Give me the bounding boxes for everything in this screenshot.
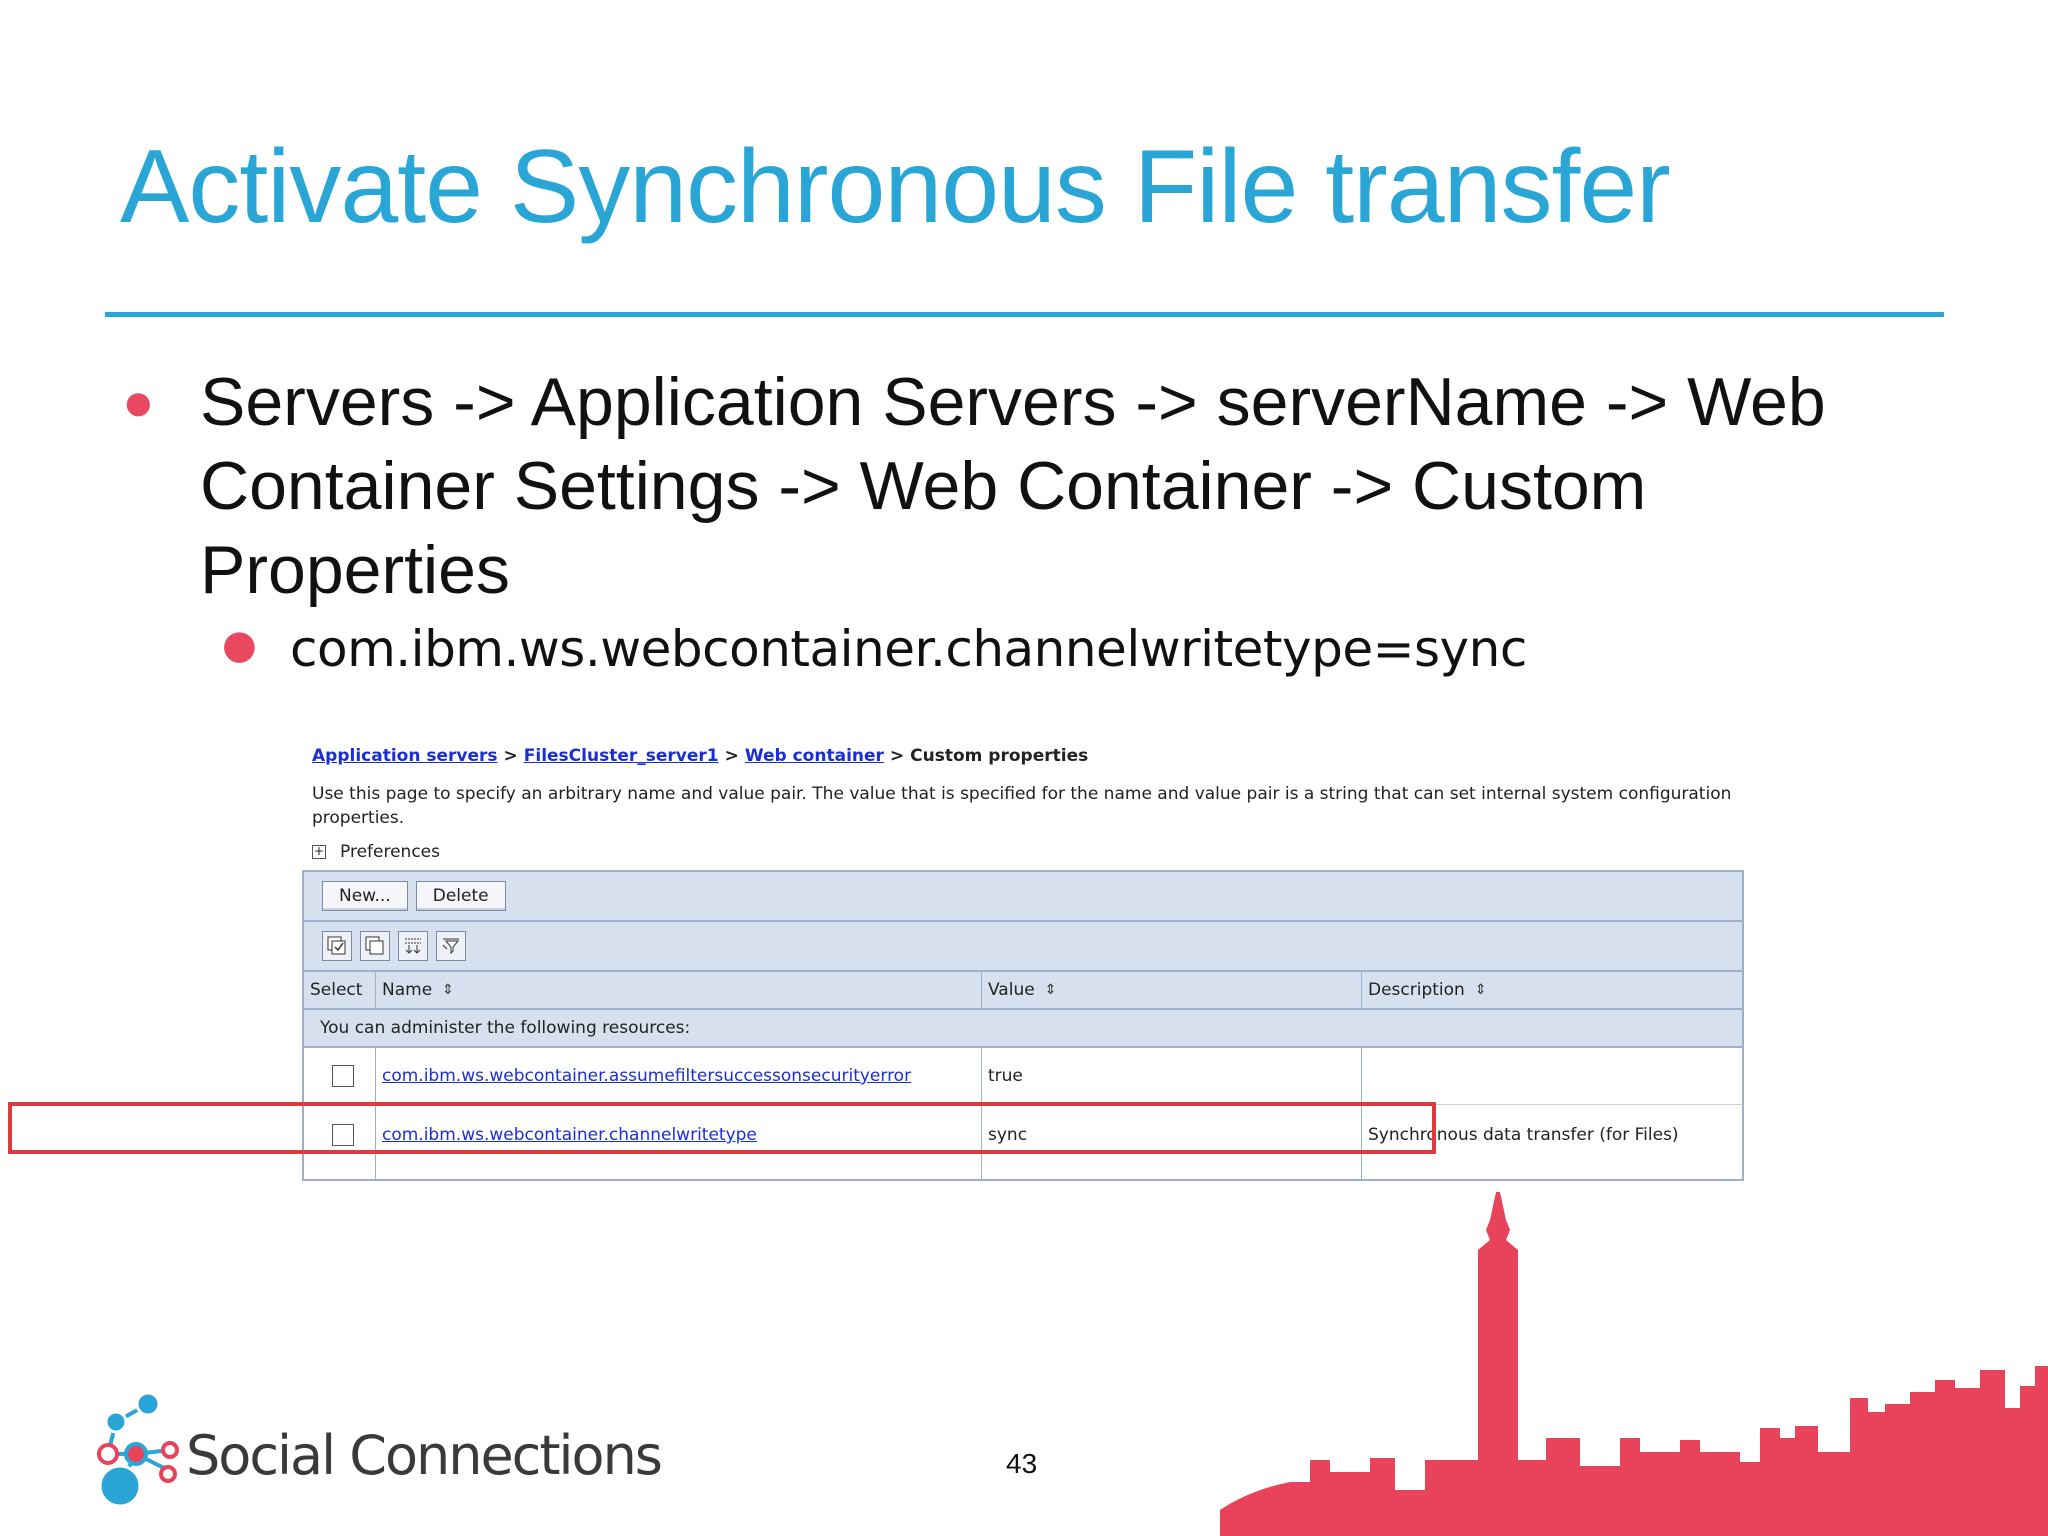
show-filter-icon[interactable] bbox=[398, 931, 428, 961]
row-checkbox[interactable] bbox=[331, 1065, 354, 1087]
select-column-header: Select bbox=[304, 972, 376, 1008]
new-button[interactable]: New... bbox=[322, 881, 408, 911]
bullet-main: ● Servers -> Application Servers -> serv… bbox=[122, 360, 1922, 612]
table-icon-bar bbox=[304, 922, 1742, 972]
bullet-sub-text: com.ibm.ws.webcontainer.channelwritetype… bbox=[290, 620, 1527, 678]
table-row: com.ibm.ws.webcontainer.assumefiltersucc… bbox=[304, 1048, 1742, 1105]
page-number: 43 bbox=[1006, 1448, 1038, 1479]
description-column-label: Description bbox=[1368, 980, 1465, 1000]
property-value: true bbox=[988, 1066, 1023, 1086]
breadcrumb: Application servers > FilesCluster_server1… bbox=[312, 746, 1088, 766]
select-all-icon[interactable] bbox=[322, 931, 352, 961]
bullet-dot-icon: ● bbox=[122, 372, 155, 432]
table-info-row: You can administer the following resourc… bbox=[304, 1010, 1742, 1048]
preferences-toggle[interactable]: + Preferences bbox=[312, 842, 440, 862]
name-column-label: Name bbox=[382, 980, 433, 1000]
page-description: Use this page to specify an arbitrary na… bbox=[312, 784, 1732, 828]
breadcrumb-separator: > bbox=[889, 746, 905, 766]
social-connections-logo-icon bbox=[97, 1392, 179, 1508]
breadcrumb-current: Custom properties bbox=[910, 746, 1089, 766]
button-bar: New... Delete bbox=[304, 872, 1742, 922]
name-column-header[interactable]: Name ⇕ bbox=[376, 972, 982, 1008]
table-header: Select Name ⇕ Value ⇕ Description ⇕ bbox=[304, 972, 1742, 1010]
title-rule bbox=[105, 312, 1944, 317]
description-column-header[interactable]: Description ⇕ bbox=[1362, 972, 1742, 1008]
slide-title: Activate Synchronous File transfer bbox=[120, 129, 1671, 245]
delete-button[interactable]: Delete bbox=[415, 881, 506, 911]
breadcrumb-web-container[interactable]: Web container bbox=[745, 746, 884, 766]
bullet-sub: ● com.ibm.ws.webcontainer.channelwritety… bbox=[222, 620, 1527, 678]
breadcrumb-filescluster-server1[interactable]: FilesCluster_server1 bbox=[524, 746, 719, 766]
select-column-label: Select bbox=[310, 980, 363, 1000]
sort-icon[interactable]: ⇕ bbox=[1045, 982, 1057, 998]
table-tail bbox=[304, 1165, 1742, 1179]
toronto-skyline-icon bbox=[1220, 1192, 2048, 1536]
bullet-dot-icon: ● bbox=[222, 622, 257, 668]
sort-icon[interactable]: ⇕ bbox=[1475, 982, 1487, 998]
breadcrumb-separator: > bbox=[503, 746, 518, 766]
value-column-header[interactable]: Value ⇕ bbox=[982, 972, 1362, 1008]
deselect-all-icon[interactable] bbox=[360, 931, 390, 961]
value-column-label: Value bbox=[988, 980, 1035, 1000]
logo-text: Social Connections bbox=[186, 1424, 663, 1487]
breadcrumb-separator: > bbox=[724, 746, 739, 766]
breadcrumb-application-servers[interactable]: Application servers bbox=[312, 746, 498, 766]
clear-filter-icon[interactable] bbox=[436, 931, 466, 961]
preferences-label: Preferences bbox=[340, 842, 440, 862]
expand-icon[interactable]: + bbox=[312, 845, 326, 859]
sort-icon[interactable]: ⇕ bbox=[442, 982, 454, 998]
property-name-link[interactable]: com.ibm.ws.webcontainer.assumefiltersucc… bbox=[382, 1066, 911, 1086]
highlight-box bbox=[8, 1102, 1436, 1154]
bullet-main-text: Servers -> Application Servers -> server… bbox=[200, 364, 1826, 608]
